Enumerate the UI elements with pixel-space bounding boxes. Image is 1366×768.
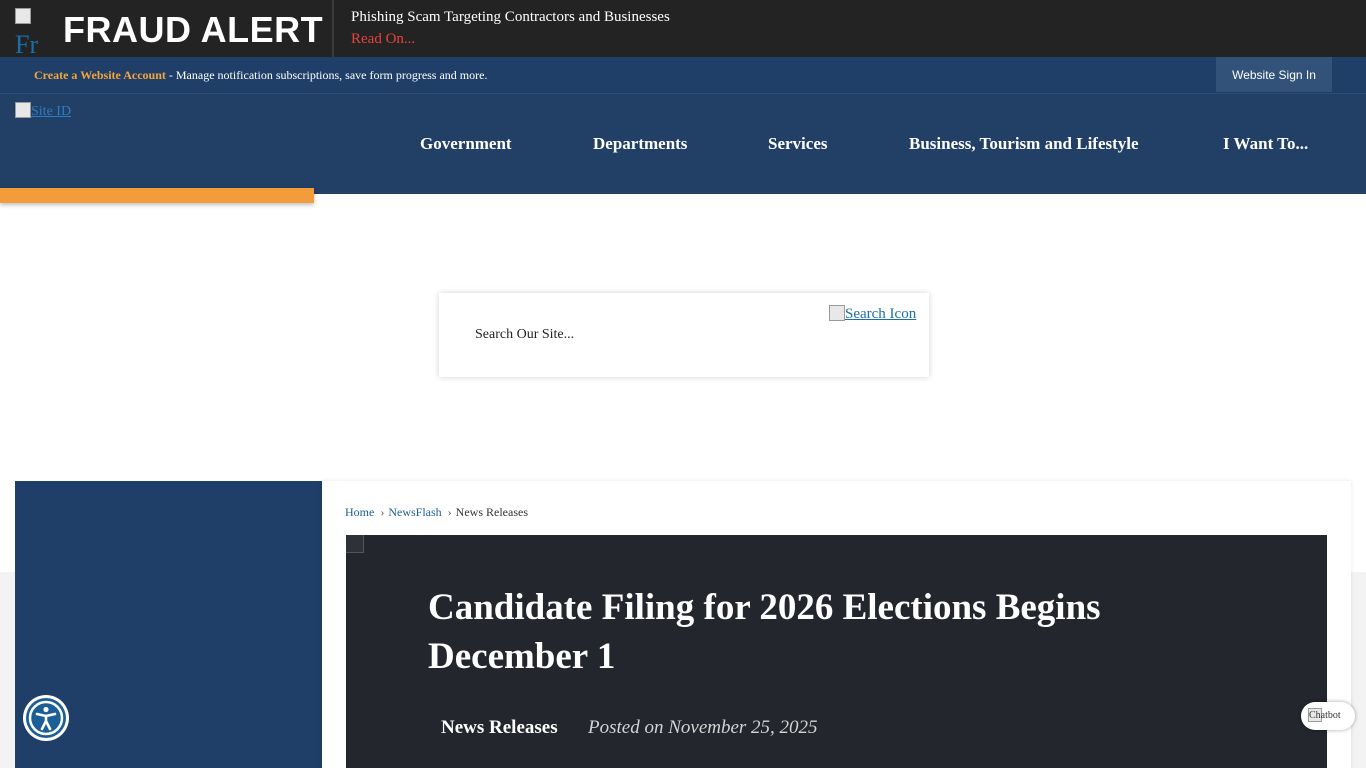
search-icon[interactable]: Search Icon (829, 305, 916, 323)
accessibility-icon (26, 698, 66, 738)
nav-item-departments[interactable]: Departments (593, 134, 687, 154)
nav-item-business-tourism-lifestyle[interactable]: Business, Tourism and Lifestyle (909, 134, 1139, 154)
fraud-alert-image-alt: Fr (15, 30, 39, 57)
breadcrumb-separator: › (380, 505, 385, 519)
article-title: Candidate Filing for 2026 Elections Begi… (428, 587, 1101, 677)
fraud-alert-image: Fr (15, 8, 55, 57)
nav-item-i-want-to[interactable]: I Want To... (1223, 134, 1308, 154)
accent-strip (0, 188, 314, 203)
search-icon-alt: Search Icon (845, 306, 917, 322)
create-account-link[interactable]: Create a Website Account (34, 68, 166, 82)
article-category[interactable]: News Releases (441, 717, 558, 739)
breadcrumb-newsflash[interactable]: NewsFlash (388, 505, 441, 519)
main-nav: Government Departments Services Business… (0, 94, 1366, 194)
nav-item-services[interactable]: Services (768, 134, 827, 154)
account-description: - Manage notification subscriptions, sav… (165, 68, 488, 82)
fraud-alert-message: Phishing Scam Targeting Contractors and … (351, 9, 670, 25)
accessibility-button[interactable] (23, 695, 69, 741)
site-header: Site ID Government Departments Services … (0, 93, 1366, 194)
read-on-link[interactable]: Read On... (351, 31, 415, 48)
broken-image-icon (829, 305, 845, 321)
article-hero: Candidate Filing for 2026 Elections Begi… (346, 535, 1327, 768)
chatbot-alt: Chatbot (1309, 710, 1341, 721)
website-sign-in-button[interactable]: Website Sign In (1216, 57, 1332, 92)
account-notice: Create a Website Account - Manage notifi… (34, 68, 487, 83)
fraud-alert-title: FRAUD ALERT (63, 9, 324, 50)
breadcrumb-home[interactable]: Home (345, 505, 374, 519)
chatbot-button[interactable]: Chatbot (1301, 702, 1355, 730)
fraud-alert-bar: Fr FRAUD ALERT Phishing Scam Targeting C… (0, 0, 1366, 57)
article-posted-date: Posted on November 25, 2025 (588, 717, 818, 738)
breadcrumb: Home › NewsFlash › News Releases (345, 505, 528, 520)
broken-image-icon (346, 535, 364, 553)
breadcrumb-separator: › (447, 505, 452, 519)
nav-item-government[interactable]: Government (420, 134, 512, 154)
breadcrumb-current: News Releases (455, 505, 528, 519)
broken-image-icon (15, 8, 31, 24)
account-bar: Create a Website Account - Manage notifi… (0, 57, 1366, 93)
fraud-alert-label: Fr FRAUD ALERT (0, 0, 334, 57)
